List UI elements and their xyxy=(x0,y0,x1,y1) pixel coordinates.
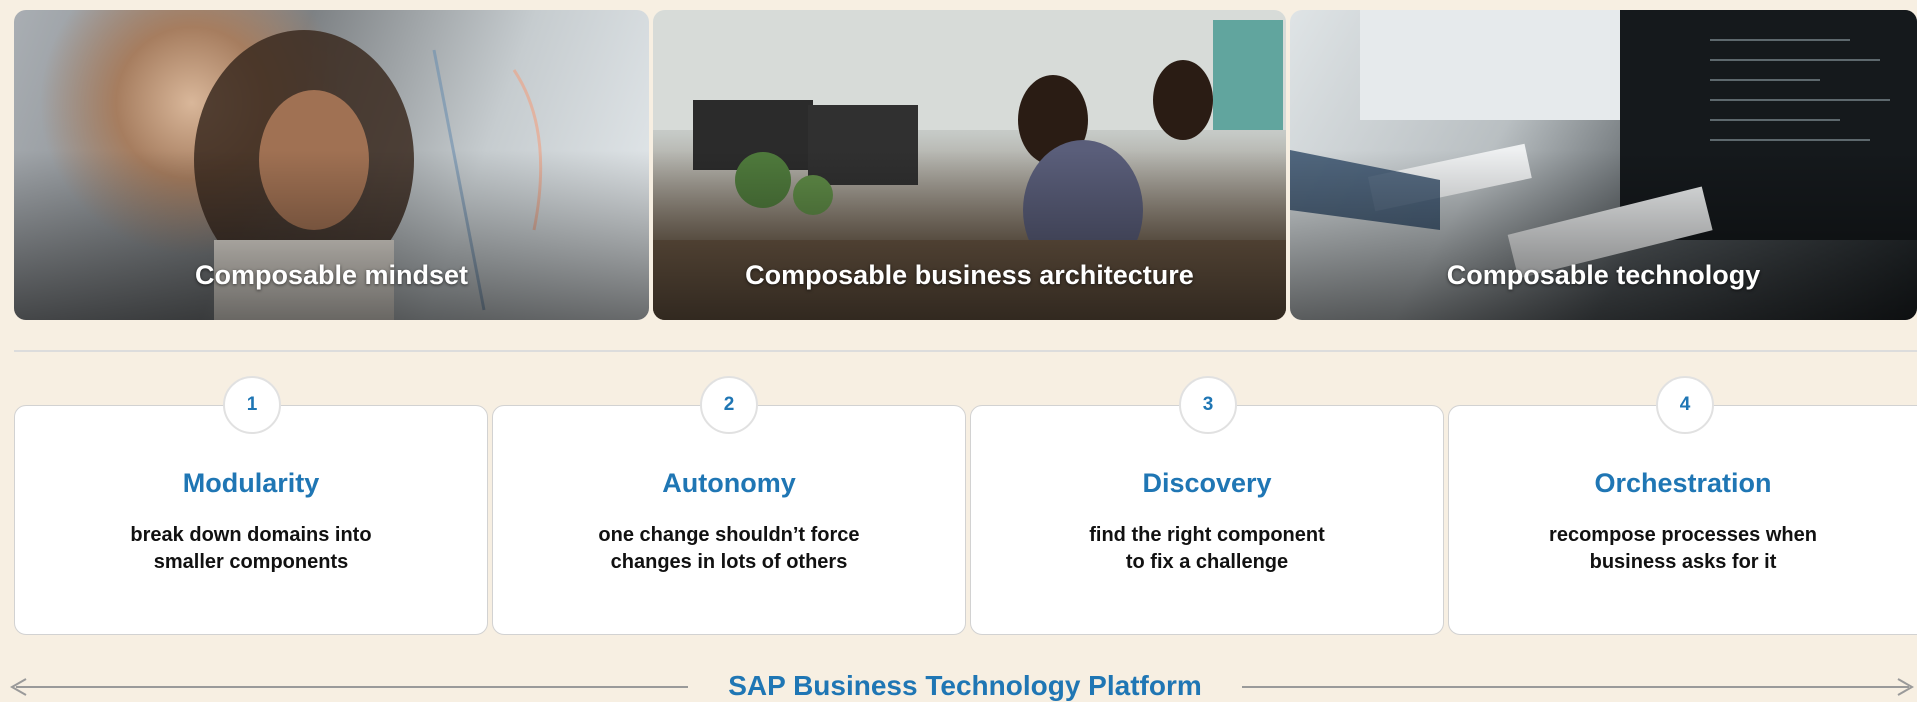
arrow-right-icon xyxy=(1897,678,1915,696)
arrow-line-right xyxy=(1242,686,1909,688)
photo-tile-technology: Composable technology xyxy=(1290,10,1917,320)
step-number-badge: 4 xyxy=(1656,376,1714,434)
principle-card-autonomy: Autonomy one change shouldn’t force chan… xyxy=(492,405,966,635)
principle-title: Orchestration xyxy=(1594,468,1772,498)
description-line: recompose processes when xyxy=(1549,524,1817,546)
photo-tile-business-architecture: Composable business architecture xyxy=(653,10,1286,320)
photo-caption: Composable technology xyxy=(1446,260,1761,290)
step-number-badge: 2 xyxy=(700,376,758,434)
platform-label: SAP Business Technology Platform xyxy=(728,670,1202,701)
section-divider xyxy=(14,350,1917,352)
principle-title: Modularity xyxy=(182,468,320,498)
photo-caption: Composable business architecture xyxy=(745,260,1194,290)
principle-title: Autonomy xyxy=(662,468,796,498)
arrow-left-icon xyxy=(9,678,27,696)
principle-card-orchestration: Orchestration recompose processes when b… xyxy=(1448,405,1917,635)
step-number-badge: 1 xyxy=(223,376,281,434)
description-line: break down domains into xyxy=(130,524,372,546)
principle-description: break down domains into smaller componen… xyxy=(35,522,467,576)
principle-description: find the right component to fix a challe… xyxy=(991,522,1423,576)
description-line: changes in lots of others xyxy=(610,551,848,573)
photo-caption: Composable mindset xyxy=(194,260,469,290)
description-line: smaller components xyxy=(153,551,349,573)
description-line: one change shouldn’t force xyxy=(598,524,860,546)
principle-description: recompose processes when business asks f… xyxy=(1469,522,1897,576)
principle-title: Discovery xyxy=(1142,468,1272,498)
description-line: to fix a challenge xyxy=(1125,551,1289,573)
arrow-line-left xyxy=(16,686,688,688)
principle-card-discovery: Discovery find the right component to fi… xyxy=(970,405,1444,635)
description-line: business asks for it xyxy=(1589,551,1777,573)
step-number-badge: 3 xyxy=(1179,376,1237,434)
principle-description: one change shouldn’t force changes in lo… xyxy=(513,522,945,576)
description-line: find the right component xyxy=(1089,524,1325,546)
photo-tile-mindset: Composable mindset xyxy=(14,10,649,320)
principle-card-modularity: Modularity break down domains into small… xyxy=(14,405,488,635)
